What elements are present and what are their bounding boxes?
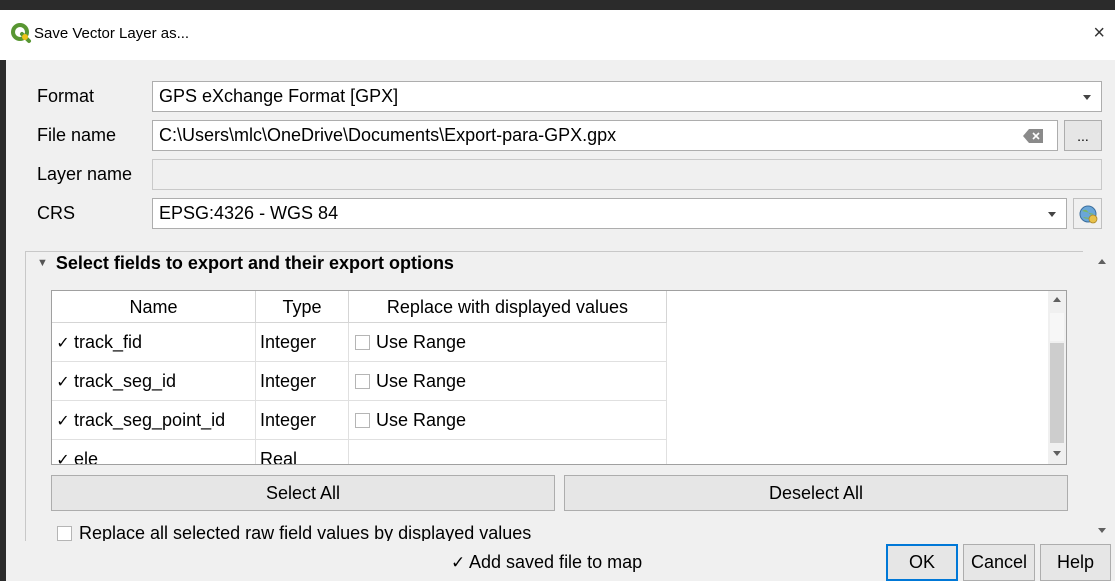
field-checkbox[interactable]: ✓ xyxy=(56,403,70,439)
field-name-cell[interactable]: ✓ track_fid xyxy=(52,323,256,362)
options-scrollbar[interactable] xyxy=(1093,251,1111,541)
use-range-checkbox[interactable] xyxy=(355,413,370,428)
ok-button[interactable]: OK xyxy=(886,544,958,581)
replace-cell[interactable]: Use Range xyxy=(349,323,667,362)
table-header: Name Type Replace with displayed values xyxy=(52,291,667,323)
field-name-cell[interactable]: ✓ ele xyxy=(52,440,256,465)
field-checkbox[interactable]: ✓ xyxy=(56,364,70,400)
replace-cell[interactable] xyxy=(349,440,667,464)
help-button[interactable]: Help xyxy=(1040,544,1111,581)
globe-icon xyxy=(1079,205,1098,224)
qgis-logo-icon xyxy=(11,23,31,43)
scrollbar-track-fill xyxy=(1050,343,1064,443)
select-all-button[interactable]: Select All xyxy=(51,475,555,511)
format-value: GPS eXchange Format [GPX] xyxy=(159,86,399,106)
crs-select[interactable]: EPSG:4326 - WGS 84 xyxy=(152,198,1067,229)
cancel-label: Cancel xyxy=(970,552,1028,572)
fields-group-header[interactable]: ▼ Select fields to export and their expor… xyxy=(37,253,454,274)
use-range-label: Use Range xyxy=(376,332,467,352)
title-bar: Save Vector Layer as... × xyxy=(0,10,1115,60)
replace-cell[interactable]: Use Range xyxy=(349,362,667,401)
layername-input[interactable] xyxy=(152,159,1102,190)
field-type: Real xyxy=(256,440,349,464)
replace-all-label: Replace all selected raw field values by… xyxy=(79,523,532,541)
scrollbar-thumb[interactable] xyxy=(1050,313,1064,341)
deselect-all-button[interactable]: Deselect All xyxy=(564,475,1068,511)
field-name: track_seg_id xyxy=(74,371,177,391)
clear-text-icon[interactable] xyxy=(1023,129,1043,143)
field-name-cell[interactable]: ✓ track_seg_point_id xyxy=(52,401,256,440)
field-checkbox[interactable]: ✓ xyxy=(56,442,70,464)
window-edge-left xyxy=(0,0,6,581)
column-header-type[interactable]: Type xyxy=(256,291,349,323)
crs-label: CRS xyxy=(37,203,76,223)
use-range-checkbox[interactable] xyxy=(355,374,370,389)
table-row: ✓ track_fid Integer Use Range xyxy=(52,323,667,362)
replace-all-checkbox[interactable] xyxy=(57,526,72,541)
help-label: Help xyxy=(1056,552,1095,572)
use-range-label: Use Range xyxy=(376,371,467,391)
add-to-map-label: Add saved file to map xyxy=(469,552,643,572)
table-scrollbar[interactable] xyxy=(1048,291,1066,464)
use-range-label: Use Range xyxy=(376,410,467,430)
select-all-label: Select All xyxy=(265,483,341,503)
field-type: Integer xyxy=(256,401,349,440)
table-row: ✓ track_seg_point_id Integer Use Range xyxy=(52,401,667,440)
window-title: Save Vector Layer as... xyxy=(34,25,190,42)
filename-input[interactable]: C:\Users\mlc\OneDrive\Documents\Export-p… xyxy=(152,120,1058,151)
fields-group-title: Select fields to export and their export… xyxy=(55,253,454,273)
field-name-cell[interactable]: ✓ track_seg_id xyxy=(52,362,256,401)
scroll-up-icon[interactable] xyxy=(1053,297,1061,302)
add-to-map-checkbox[interactable]: ✓ xyxy=(451,553,465,573)
chevron-down-icon xyxy=(1083,95,1091,100)
replace-all-row[interactable]: Replace all selected raw field values by… xyxy=(51,520,1081,541)
browse-button[interactable]: ... xyxy=(1064,120,1102,151)
ok-label: OK xyxy=(908,552,935,572)
layername-label: Layer name xyxy=(37,164,133,184)
field-name: track_seg_point_id xyxy=(74,410,226,430)
close-icon[interactable]: × xyxy=(1093,23,1105,43)
field-name: ele xyxy=(74,449,99,465)
scroll-up-icon[interactable] xyxy=(1098,259,1106,264)
add-to-map-row[interactable]: ✓ Add saved file to map xyxy=(451,552,642,576)
deselect-all-label: Deselect All xyxy=(768,483,864,503)
table-row: ✓ track_seg_id Integer Use Range xyxy=(52,362,667,401)
crs-value: EPSG:4326 - WGS 84 xyxy=(159,203,339,223)
field-name: track_fid xyxy=(74,332,143,352)
window-edge-top xyxy=(0,0,1115,10)
browse-button-label: ... xyxy=(1077,128,1089,144)
field-type: Integer xyxy=(256,323,349,362)
scroll-down-icon[interactable] xyxy=(1098,528,1106,533)
crs-select-button[interactable] xyxy=(1073,198,1102,229)
filename-value: C:\Users\mlc\OneDrive\Documents\Export-p… xyxy=(159,125,617,145)
field-type: Integer xyxy=(256,362,349,401)
chevron-down-icon xyxy=(1048,212,1056,217)
replace-cell[interactable]: Use Range xyxy=(349,401,667,440)
scroll-down-icon[interactable] xyxy=(1053,451,1061,456)
format-label: Format xyxy=(37,86,95,106)
column-header-replace[interactable]: Replace with displayed values xyxy=(349,291,667,323)
fields-table: Name Type Replace with displayed values … xyxy=(51,290,1067,465)
collapse-triangle-icon: ▼ xyxy=(37,257,48,269)
column-header-name[interactable]: Name xyxy=(52,291,256,323)
field-checkbox[interactable]: ✓ xyxy=(56,325,70,361)
cancel-button[interactable]: Cancel xyxy=(963,544,1035,581)
format-select[interactable]: GPS eXchange Format [GPX] xyxy=(152,81,1102,112)
filename-label: File name xyxy=(37,125,117,145)
use-range-checkbox[interactable] xyxy=(355,335,370,350)
table-row: ✓ ele Real xyxy=(52,440,667,465)
